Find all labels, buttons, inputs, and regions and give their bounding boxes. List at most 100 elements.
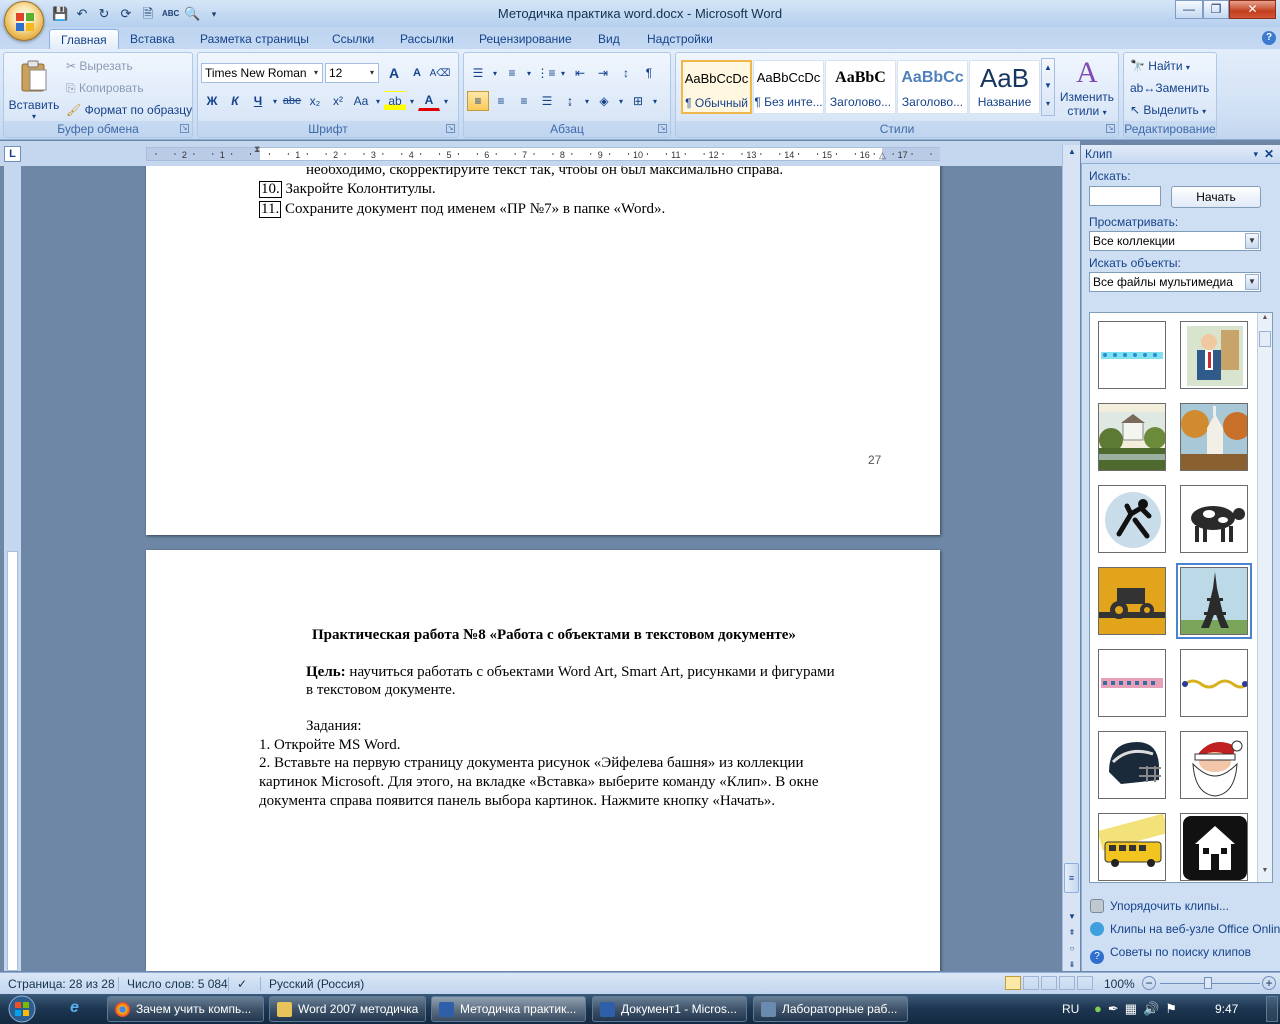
select-button[interactable]: ↖ Выделить ▾ — [1130, 103, 1206, 117]
page-count[interactable]: Страница: 28 из 28 — [8, 977, 115, 991]
full-screen-icon[interactable] — [1023, 976, 1039, 990]
chevron-down-icon[interactable]: ▾ — [441, 91, 451, 111]
clip-results-scrollbar[interactable]: ▲ ▼ — [1257, 313, 1272, 882]
clip-border-pattern[interactable] — [1098, 649, 1166, 717]
clip-cow[interactable] — [1180, 485, 1248, 553]
show-desktop-button[interactable] — [1266, 996, 1278, 1022]
style-no-spacing[interactable]: AaBbCcDc ¶ Без инте... — [753, 60, 824, 114]
find-button[interactable]: 🔭 Найти ▾ — [1130, 59, 1190, 73]
tab-home[interactable]: Главная — [49, 29, 119, 49]
next-page-icon[interactable]: ⇟ — [1069, 960, 1076, 969]
language[interactable]: Русский (Россия) — [260, 977, 364, 991]
page-28[interactable]: Практическая работа №8 «Работа с объекта… — [146, 550, 940, 971]
chevron-down-icon[interactable]: ▾ — [310, 64, 322, 82]
scroll-up-icon[interactable]: ▲ — [1259, 314, 1271, 321]
tray-tool-icon[interactable]: ✒ — [1108, 1001, 1125, 1016]
prev-page-icon[interactable]: ⇞ — [1069, 928, 1076, 937]
help-icon[interactable]: ? — [1262, 31, 1276, 45]
tab-insert[interactable]: Вставка — [119, 29, 186, 49]
clip-border-wave[interactable] — [1180, 649, 1248, 717]
dialog-launcher-icon[interactable]: ↘ — [1106, 124, 1115, 133]
clip-football-helmet[interactable] — [1098, 731, 1166, 799]
chevron-down-icon[interactable]: ▾ — [616, 91, 626, 111]
numbering-icon[interactable]: ≡ — [501, 63, 523, 83]
close-button[interactable]: ✕ — [1229, 0, 1276, 19]
cut-button[interactable]: ✂ Вырезать — [66, 59, 133, 73]
start-button[interactable]: Начать — [1171, 186, 1261, 208]
vertical-ruler[interactable] — [4, 166, 21, 971]
align-right-icon[interactable]: ≡ — [513, 91, 535, 111]
chevron-down-icon[interactable]: ▾ — [524, 63, 534, 83]
proofing-icon[interactable]: ✓ — [228, 977, 247, 991]
browse-object-icon[interactable]: ○ — [1070, 944, 1075, 953]
chevron-down-icon[interactable]: ▾ — [582, 91, 592, 111]
dialog-launcher-icon[interactable]: ↘ — [180, 124, 189, 133]
print-layout-icon[interactable] — [1005, 976, 1021, 990]
zoom-level[interactable]: 100% — [1104, 977, 1135, 991]
chevron-down-icon[interactable]: ▼ — [1245, 274, 1259, 290]
tab-mailings[interactable]: Рассылки — [389, 29, 465, 49]
minimize-button[interactable]: — — [1175, 0, 1203, 19]
underline-button[interactable]: Ч — [247, 91, 269, 111]
chevron-down-icon[interactable]: ▾ — [366, 64, 378, 82]
bold-button[interactable]: Ж — [201, 91, 223, 111]
copy-button[interactable]: ⎘ Копировать — [66, 81, 144, 96]
web-layout-icon[interactable] — [1041, 976, 1057, 990]
replace-button[interactable]: ab↔Заменить — [1130, 81, 1209, 95]
chevron-down-icon[interactable]: ▾ — [407, 91, 417, 111]
font-color-icon[interactable]: A — [418, 91, 440, 111]
borders-icon[interactable]: ⊞ — [627, 91, 649, 111]
pane-close-icon[interactable]: ✕ — [1264, 145, 1274, 163]
draft-icon[interactable] — [1077, 976, 1093, 990]
clip-border-dots[interactable] — [1098, 321, 1166, 389]
office-button[interactable] — [4, 1, 44, 41]
office-online-link[interactable]: Клипы на веб-узле Office Online — [1090, 922, 1280, 936]
vertical-scrollbar[interactable]: ▲ ≡ ▼ ⇞ ○ ⇟ — [1062, 145, 1080, 971]
chevron-down-icon[interactable]: ▼ — [1245, 233, 1259, 249]
horizontal-ruler[interactable]: 2 1 1 2 3 4 5 6 7 8 9 10 11 12 13 14 15 16 17 ⧗ △ — [146, 144, 940, 161]
tray-green-icon[interactable]: ● — [1094, 1001, 1108, 1016]
sort-icon[interactable]: ↕ — [615, 63, 637, 83]
clip-house-icon[interactable] — [1180, 813, 1248, 881]
scroll-thumb[interactable] — [1259, 331, 1271, 347]
style-normal[interactable]: AaBbCcDc ¶ Обычный — [681, 60, 752, 114]
align-center-icon[interactable]: ≡ — [490, 91, 512, 111]
clip-school-bus[interactable] — [1098, 813, 1166, 881]
chevron-down-icon[interactable]: ▾ — [373, 91, 383, 111]
taskbar-item-chrome[interactable]: Зачем учить компь... — [107, 996, 264, 1022]
volume-icon[interactable]: 🔊 — [1143, 1001, 1165, 1016]
italic-button[interactable]: К — [224, 91, 246, 111]
tab-view[interactable]: Вид — [587, 29, 631, 49]
clip-businessman[interactable] — [1180, 321, 1248, 389]
language-indicator[interactable]: RU — [1062, 994, 1079, 1024]
search-input[interactable] — [1089, 186, 1161, 206]
style-title[interactable]: AaB Название — [969, 60, 1040, 114]
change-styles-button[interactable]: A Изменить стили ▾ — [1058, 56, 1116, 120]
scroll-thumb[interactable]: ≡ — [1064, 863, 1079, 893]
change-case-button[interactable]: Aa — [350, 91, 372, 111]
taskbar-item-folder[interactable]: Word 2007 методичка — [269, 996, 426, 1022]
shading-icon[interactable]: ◈ — [593, 91, 615, 111]
multilevel-list-icon[interactable]: ⋮≡ — [535, 63, 557, 83]
chevron-down-icon[interactable]: ▾ — [558, 63, 568, 83]
shrink-font-button[interactable]: A — [406, 63, 428, 83]
ie-icon[interactable]: e — [70, 999, 79, 1017]
clip-church-autumn[interactable] — [1180, 403, 1248, 471]
tab-addins[interactable]: Надстройки — [636, 29, 724, 49]
maximize-button[interactable]: ❐ — [1203, 0, 1229, 19]
clip-house-landscape[interactable] — [1098, 403, 1166, 471]
increase-indent-icon[interactable]: ⇥ — [592, 63, 614, 83]
bullets-icon[interactable]: ☰ — [467, 63, 489, 83]
objects-select[interactable]: Все файлы мультимедиа ▼ — [1089, 272, 1261, 292]
grow-font-button[interactable]: A — [383, 63, 405, 83]
chevron-down-icon[interactable]: ▾ — [270, 91, 280, 111]
paste-dropdown-icon[interactable]: ▾ — [8, 112, 60, 121]
taskbar-item-word-active[interactable]: Методичка практик... — [431, 996, 586, 1022]
decrease-indent-icon[interactable]: ⇤ — [569, 63, 591, 83]
highlight-icon[interactable]: ab — [384, 91, 406, 111]
chevron-down-icon[interactable]: ▾ — [650, 91, 660, 111]
organize-clips-link[interactable]: Упорядочить клипы... — [1090, 899, 1229, 913]
style-heading1[interactable]: AaBbC Заголово... — [825, 60, 896, 114]
style-heading2[interactable]: AaBbCc Заголово... — [897, 60, 968, 114]
taskbar-item-lab[interactable]: Лабораторные раб... — [753, 996, 908, 1022]
